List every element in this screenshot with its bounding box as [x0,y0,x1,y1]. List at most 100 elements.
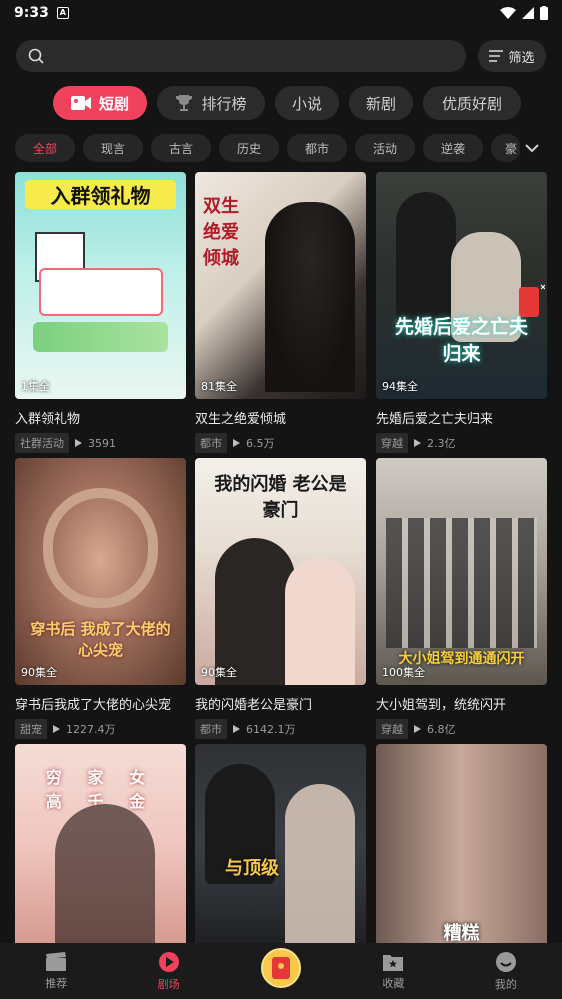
poster-title: 入群领礼物 [25,180,176,209]
drama-meta: 都市 6.5万 [195,433,366,453]
tab-new-drama[interactable]: 新剧 [349,86,413,120]
drama-poster[interactable]: 我的闪婚 老公是豪门 90集全 [195,458,366,685]
play-count: 6.8亿 [427,723,456,736]
play-count-icon [75,439,82,447]
drama-card[interactable]: 双生 绝爱 倾城 81集全 双生之绝爱倾城 都市 6.5万 [195,172,366,453]
filter-button[interactable]: 筛选 [478,40,546,72]
play-count-icon [53,725,60,733]
filter-label: 筛选 [508,50,535,66]
episode-count: 81集全 [201,380,237,393]
floating-close-icon[interactable] [513,283,547,323]
episode-count: 90集全 [201,666,237,679]
play-count: 2.3亿 [427,437,456,450]
drama-poster[interactable]: 穷 家 女 高 千 金 [15,744,186,944]
poster-title: 我的闪婚 老公是豪门 [214,474,347,521]
genre-chip[interactable]: 逆袭 [423,134,483,162]
search-bar[interactable] [16,40,466,72]
poster-title: 双生 绝爱 倾城 [203,196,239,269]
nav-profile[interactable]: 我的 [450,943,562,999]
wifi-icon [500,7,516,19]
play-count-icon [233,439,240,447]
drama-poster[interactable]: 入群领礼物 1集全 [15,172,186,399]
tab-ranking[interactable]: 排行榜 [157,86,265,120]
genre-tag: 穿越 [376,719,408,739]
drama-poster[interactable]: 糟糕 [376,744,547,944]
drama-meta: 都市 6142.1万 [195,719,366,739]
drama-meta: 社群活动 3591 [15,433,186,453]
tab-label: 小说 [291,94,322,113]
episode-count: 90集全 [21,666,57,679]
notification-a-icon: A [56,7,69,19]
nav-recommend[interactable]: 推荐 [0,943,112,999]
drama-card[interactable]: 入群领礼物 1集全 入群领礼物 社群活动 3591 [15,172,186,453]
red-packet-icon [261,948,302,988]
genre-chip[interactable]: 古言 [151,134,211,162]
tab-label: 优质好剧 [441,94,502,113]
drama-card[interactable]: 穷 家 女 高 千 金 [15,744,186,944]
tab-label: 新剧 [365,94,396,113]
bottom-navigation: 推荐 剧场 收藏 我的 [0,943,562,999]
filter-icon [489,50,504,62]
genre-tag: 甜宠 [15,719,47,739]
status-icons [500,6,548,20]
play-count-icon [414,725,421,733]
tab-label: 排行榜 [201,94,247,113]
trophy-icon [176,95,193,111]
genre-tag: 社群活动 [15,433,69,453]
episode-count: 94集全 [382,380,418,393]
genre-tag: 穿越 [376,433,408,453]
poster-title: 与顶级 [225,858,279,879]
video-camera-icon [70,96,91,110]
nav-welfare[interactable] [225,943,337,999]
chevron-down-icon[interactable] [522,138,542,158]
drama-meta: 甜宠 1227.4万 [15,719,186,739]
drama-card[interactable]: 大小姐驾到通通闪开 100集全 大小姐驾到，统统闪开 穿越 6.8亿 [376,458,547,739]
search-input[interactable] [52,48,466,64]
tab-label: 短剧 [98,94,129,113]
play-count-icon [414,439,421,447]
genre-chip[interactable]: 活动 [355,134,415,162]
drama-poster[interactable]: 穿书后 我成了大佬的 心尖宠 90集全 [15,458,186,685]
nav-label: 收藏 [382,976,405,990]
genre-chip[interactable]: 现言 [83,134,143,162]
genre-chip[interactable]: 豪 [491,134,520,162]
drama-title: 双生之绝爱倾城 [195,412,287,427]
nav-theater[interactable]: 剧场 [112,943,224,999]
genre-chip-all[interactable]: 全部 [15,134,75,162]
signal-icon [522,7,534,19]
drama-title: 穿书后我成了大佬的心尖宠 [15,698,172,713]
drama-meta: 穿越 2.3亿 [376,433,547,453]
smiley-face-icon [495,951,516,972]
genre-tag: 都市 [195,719,227,739]
clapperboard-icon [46,951,67,971]
status-time: 9:33 [14,5,49,21]
genre-tag: 都市 [195,433,227,453]
nav-label: 剧场 [157,977,180,991]
drama-title: 我的闪婚老公是豪门 [195,698,313,713]
drama-card[interactable]: 糟糕 [376,744,547,944]
genre-chip[interactable]: 都市 [287,134,347,162]
drama-card[interactable]: 我的闪婚 老公是豪门 90集全 我的闪婚老公是豪门 都市 6142.1万 [195,458,366,739]
genre-filter-row: 全部 现言 古言 历史 都市 活动 逆袭 豪 [15,134,520,162]
search-icon [28,48,44,64]
episode-count: 1集全 [21,380,50,393]
tab-short-drama[interactable]: 短剧 [53,86,147,120]
play-count-icon [233,725,240,733]
drama-poster[interactable]: 双生 绝爱 倾城 81集全 [195,172,366,399]
drama-poster[interactable]: 大小姐驾到通通闪开 100集全 [376,458,547,685]
drama-poster[interactable]: 与顶级 [195,744,366,944]
genre-chip[interactable]: 历史 [219,134,279,162]
nav-label: 我的 [494,977,517,991]
drama-card[interactable]: 与顶级 [195,744,366,944]
poster-title: 穿书后 我成了大佬的 心尖宠 [30,620,171,659]
tab-novel[interactable]: 小说 [275,86,339,120]
episode-count: 100集全 [382,666,425,679]
play-circle-icon [158,951,179,972]
nav-favorites[interactable]: 收藏 [337,943,449,999]
drama-title: 大小姐驾到，统统闪开 [376,698,507,713]
drama-card[interactable]: 穿书后 我成了大佬的 心尖宠 90集全 穿书后我成了大佬的心尖宠 甜宠 1227… [15,458,186,739]
nav-label: 推荐 [45,976,68,990]
poster-title: 糟糕 [443,923,480,944]
tab-quality-drama[interactable]: 优质好剧 [423,86,521,120]
play-count: 3591 [88,436,116,450]
